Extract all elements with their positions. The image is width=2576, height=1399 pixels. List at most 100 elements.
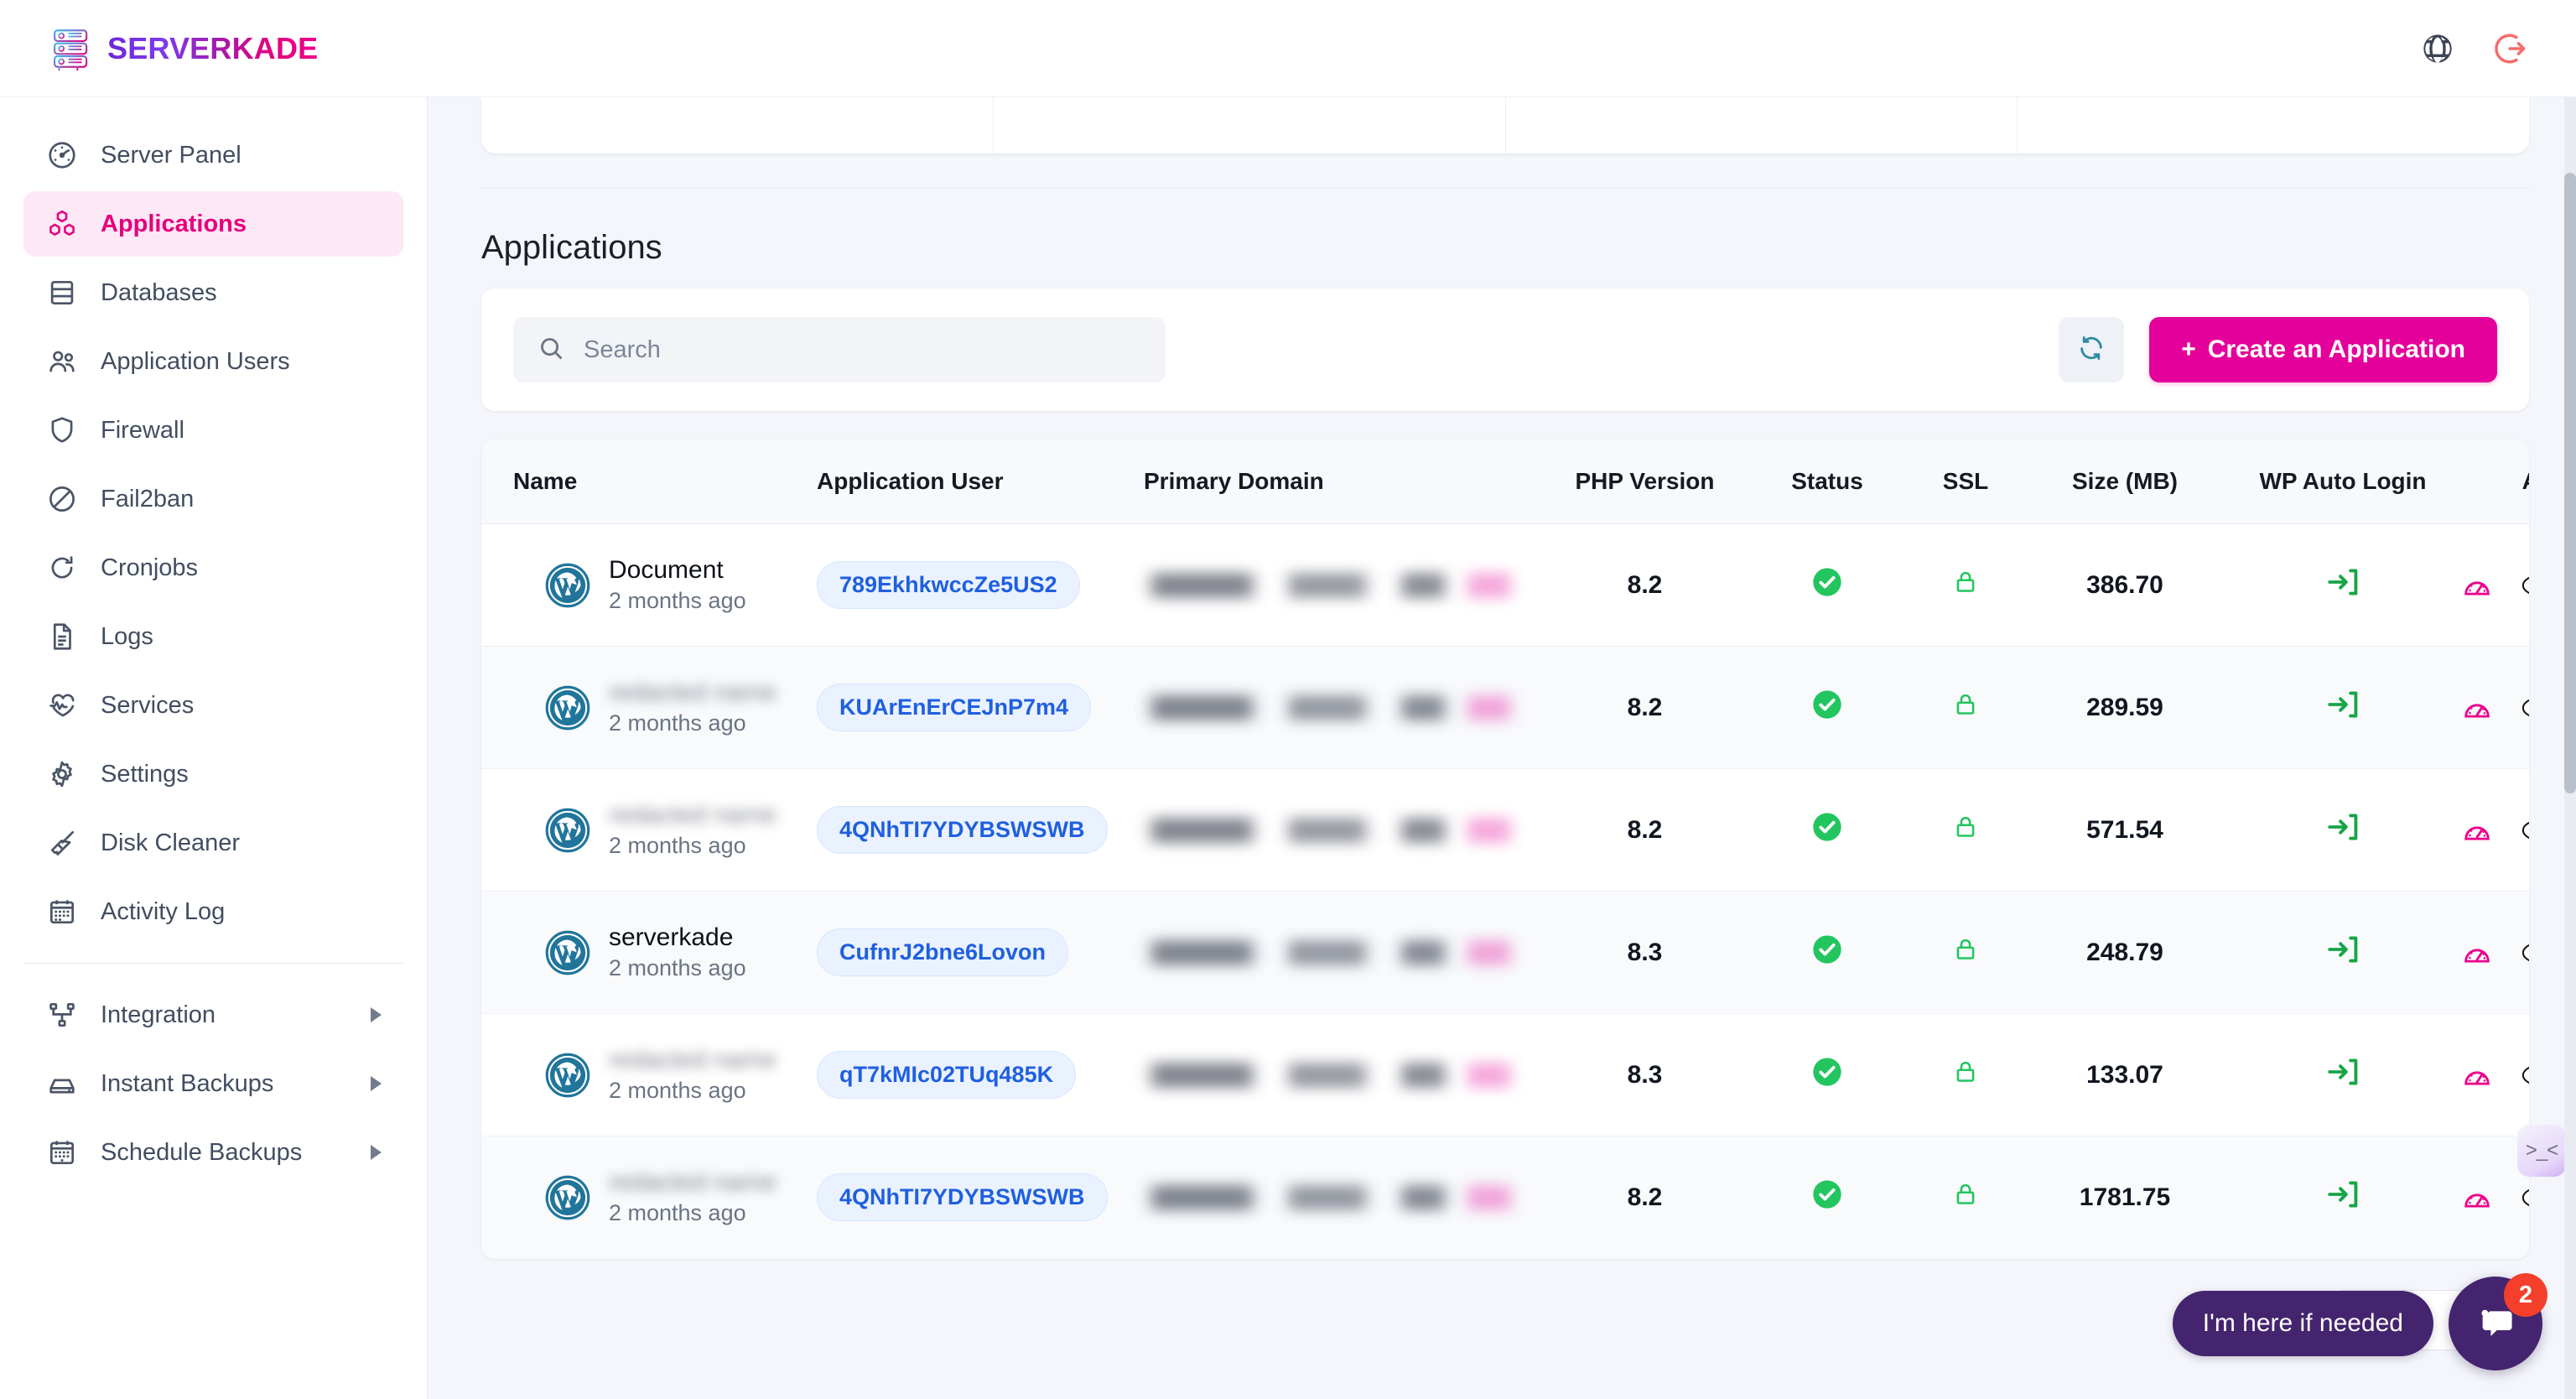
login-arrow-icon[interactable] — [2324, 814, 2361, 851]
sidebar-item-label: Disk Cleaner — [101, 829, 240, 856]
sidebar-item-label: Server Panel — [101, 141, 242, 169]
table-row[interactable]: redacted name 2 months ago KUArEnErCEJnP7m… — [481, 646, 2529, 769]
sidebar-item-firewall[interactable]: Firewall — [23, 398, 403, 463]
table-header-row: Name Application User Primary Domain PHP… — [481, 439, 2529, 524]
sidebar-item-settings[interactable]: Settings — [23, 741, 403, 807]
gauge-icon[interactable] — [2461, 1182, 2493, 1214]
cell-php-version: 8.3 — [1538, 1014, 1752, 1136]
cell-primary-domain — [1144, 1136, 1538, 1259]
server-rack-icon — [47, 24, 96, 73]
column-header-application-user[interactable]: Application User — [817, 439, 1144, 524]
php-icon[interactable]: php — [2521, 572, 2529, 599]
table-row[interactable]: redacted name 2 months ago qT7kMIc02TUq485… — [481, 1014, 2529, 1136]
table-row[interactable]: Document 2 months ago 789EkhkwccZe5US2 8.2 3… — [481, 524, 2529, 647]
page-scrollbar[interactable] — [2564, 97, 2576, 1399]
column-header-status[interactable]: Status — [1752, 439, 1903, 524]
application-age: 2 months ago — [609, 1078, 746, 1103]
php-icon[interactable]: php — [2521, 1062, 2529, 1089]
search-input[interactable] — [584, 335, 1142, 364]
login-arrow-icon[interactable] — [2324, 1058, 2361, 1096]
sidebar-item-integration[interactable]: Integration — [23, 982, 403, 1048]
sidebar-item-activity-log[interactable]: Activity Log — [23, 879, 403, 944]
application-user-badge[interactable]: KUArEnErCEJnP7m4 — [817, 684, 1092, 731]
sidebar-item-logs[interactable]: Logs — [23, 604, 403, 669]
gauge-icon[interactable] — [2461, 569, 2493, 601]
login-arrow-icon[interactable] — [2324, 691, 2361, 729]
application-name: serverkade — [609, 923, 734, 951]
table-row[interactable]: redacted name 2 months ago 4QNhTI7YDYBSWSW… — [481, 1136, 2529, 1259]
cell-wp-auto-login — [2221, 1136, 2464, 1259]
sidebar-item-label: Services — [101, 691, 195, 719]
sidebar-item-databases[interactable]: Databases — [23, 260, 403, 325]
lock-icon[interactable] — [1951, 571, 1980, 602]
login-arrow-icon[interactable] — [2324, 1181, 2361, 1219]
sidebar-item-applications[interactable]: Applications — [23, 191, 403, 257]
sidebar-item-application-users[interactable]: Application Users — [23, 329, 403, 394]
brand-logo-group[interactable]: SERVERKADE — [47, 24, 318, 73]
php-icon[interactable]: php — [2521, 1184, 2529, 1211]
chat-launcher-button[interactable]: 2 — [2449, 1273, 2547, 1370]
sidebar-item-server-panel[interactable]: Server Panel — [23, 122, 403, 188]
create-application-button[interactable]: + Create an Application — [2149, 317, 2497, 382]
login-arrow-icon[interactable] — [2324, 936, 2361, 974]
sidebar-item-schedule-backups[interactable]: Schedule Backups — [23, 1120, 403, 1185]
applications-table: Name Application User Primary Domain PHP… — [481, 439, 2529, 1259]
cell-primary-domain — [1144, 769, 1538, 892]
sidebar-item-disk-cleaner[interactable]: Disk Cleaner — [23, 810, 403, 876]
sidebar-item-instant-backups[interactable]: Instant Backups — [23, 1051, 403, 1116]
application-user-badge[interactable]: 789EkhkwccZe5US2 — [817, 561, 1080, 609]
table-row[interactable]: redacted name 2 months ago 4QNhTI7YDYBSWSW… — [481, 769, 2529, 892]
column-header-name[interactable]: Name — [481, 439, 817, 524]
table-row[interactable]: serverkade 2 months ago CufnrJ2bne6Lovon 8.… — [481, 891, 2529, 1014]
column-header-php-version[interactable]: PHP Version — [1538, 439, 1752, 524]
application-user-badge[interactable]: 4QNhTI7YDYBSWSWB — [817, 1173, 1108, 1222]
chat-greeting-bubble[interactable]: I'm here if needed — [2172, 1291, 2433, 1356]
application-age: 2 months ago — [609, 710, 746, 736]
search-box[interactable] — [513, 317, 1166, 382]
scroll-area: Applications Search + Create an Applicat… — [428, 97, 2576, 1259]
chevron-right-icon[interactable] — [371, 1007, 382, 1022]
globe-icon[interactable] — [2418, 29, 2457, 68]
cell-php-version: 8.2 — [1538, 769, 1752, 892]
column-header-wp-auto-login[interactable]: WP Auto Login — [2221, 439, 2464, 524]
size-value: 133.07 — [2086, 1060, 2163, 1089]
application-user-badge[interactable]: qT7kMIc02TUq485K — [817, 1051, 1077, 1099]
brand-name: SERVERKADE — [107, 30, 319, 65]
side-panel-handle[interactable]: >_< — [2517, 1125, 2566, 1177]
php-icon[interactable]: php — [2521, 939, 2529, 966]
gauge-icon[interactable] — [2461, 692, 2493, 724]
chevron-right-icon[interactable] — [371, 1145, 382, 1160]
lock-icon[interactable] — [1951, 816, 1980, 847]
scrollbar-thumb[interactable] — [2564, 173, 2576, 793]
lock-icon[interactable] — [1951, 1061, 1980, 1092]
gauge-icon — [45, 138, 79, 172]
stat-card-segment — [2018, 97, 2529, 153]
application-user-badge[interactable]: CufnrJ2bne6Lovon — [817, 928, 1069, 976]
sidebar-item-fail2ban[interactable]: Fail2ban — [23, 466, 403, 532]
gauge-icon[interactable] — [2461, 937, 2493, 969]
users-icon — [45, 345, 79, 378]
sidebar-item-services[interactable]: Services — [23, 673, 403, 738]
login-arrow-icon[interactable] — [2324, 569, 2361, 606]
gauge-icon[interactable] — [2461, 814, 2493, 846]
column-header-ssl[interactable]: SSL — [1903, 439, 2028, 524]
application-user-badge[interactable]: 4QNhTI7YDYBSWSWB — [817, 806, 1108, 854]
cell-actions: php — [2464, 524, 2529, 647]
php-icon[interactable]: php — [2521, 817, 2529, 844]
application-name-redacted: redacted name — [609, 1046, 777, 1074]
refresh-icon — [45, 551, 79, 585]
chevron-right-icon[interactable] — [371, 1076, 382, 1091]
primary-domain-redacted — [1144, 817, 1538, 843]
column-header-primary-domain[interactable]: Primary Domain — [1144, 439, 1538, 524]
logout-icon[interactable] — [2490, 29, 2529, 68]
column-header-size[interactable]: Size (MB) — [2028, 439, 2221, 524]
stat-card-segment — [994, 97, 1506, 153]
lock-icon[interactable] — [1951, 694, 1980, 725]
lock-icon[interactable] — [1951, 939, 1980, 970]
calendar-icon — [45, 1136, 79, 1169]
lock-icon[interactable] — [1951, 1183, 1980, 1214]
refresh-button[interactable] — [2059, 317, 2125, 382]
gauge-icon[interactable] — [2461, 1059, 2493, 1091]
php-icon[interactable]: php — [2521, 694, 2529, 721]
sidebar-item-cronjobs[interactable]: Cronjobs — [23, 535, 403, 601]
